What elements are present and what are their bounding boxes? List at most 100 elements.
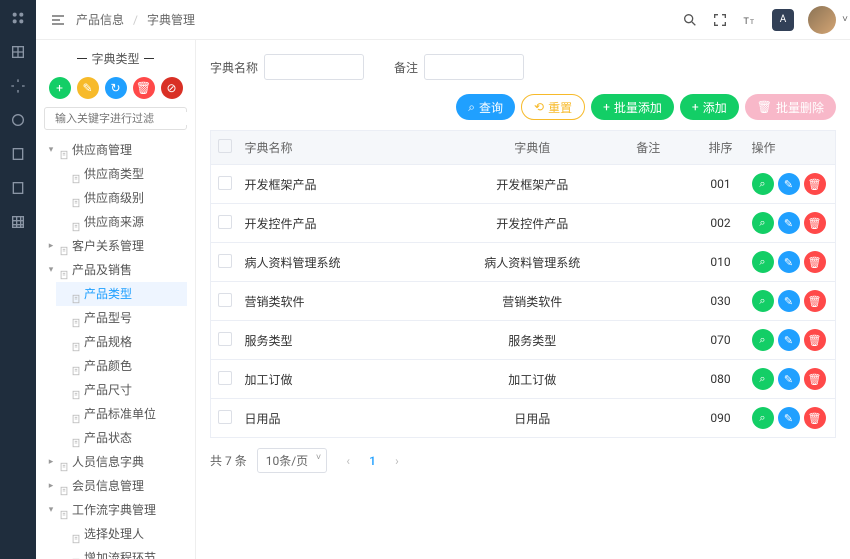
tree-node[interactable]: 选择处理人 bbox=[56, 522, 187, 546]
nav-doc-icon[interactable] bbox=[10, 146, 26, 162]
row-view-button[interactable]: ⌕ bbox=[752, 368, 774, 390]
tree-node[interactable]: 产品规格 bbox=[56, 330, 187, 354]
row-edit-button[interactable]: ✎ bbox=[778, 329, 800, 351]
tree-node[interactable]: 产品状态 bbox=[56, 426, 187, 450]
add-button[interactable]: +添加 bbox=[680, 94, 739, 120]
row-edit-button[interactable]: ✎ bbox=[778, 368, 800, 390]
tree-node[interactable]: ▸ 会员信息管理 bbox=[44, 474, 187, 498]
tree-node[interactable]: ▾供应商管理 bbox=[44, 138, 187, 162]
row-delete-button[interactable]: 🗑 bbox=[804, 290, 826, 312]
row-checkbox[interactable] bbox=[218, 332, 232, 346]
row-edit-button[interactable]: ✎ bbox=[778, 251, 800, 273]
tree-node[interactable]: ▸人员信息字典 bbox=[44, 450, 187, 474]
row-checkbox[interactable] bbox=[218, 176, 232, 190]
page-prev-button[interactable]: ‹ bbox=[337, 450, 359, 472]
row-view-button[interactable]: ⌕ bbox=[752, 329, 774, 351]
search-icon[interactable] bbox=[682, 12, 698, 28]
expand-icon[interactable]: ▸ bbox=[46, 241, 56, 251]
batch-add-button[interactable]: +批量添加 bbox=[591, 94, 674, 120]
expand-icon[interactable] bbox=[58, 553, 68, 559]
row-delete-button[interactable]: 🗑 bbox=[804, 407, 826, 429]
expand-icon[interactable] bbox=[58, 409, 68, 419]
tree-delete-button[interactable]: 🗑 bbox=[133, 77, 155, 99]
tree-node[interactable]: 产品类型 bbox=[56, 282, 187, 306]
tree-node[interactable]: ▸客户关系管理 bbox=[44, 234, 187, 258]
page-number[interactable]: 1 bbox=[369, 454, 376, 468]
nav-file-icon[interactable] bbox=[10, 180, 26, 196]
tree-node[interactable]: 产品颜色 bbox=[56, 354, 187, 378]
row-edit-button[interactable]: ✎ bbox=[778, 290, 800, 312]
col-ops: 操作 bbox=[746, 131, 836, 165]
page-size-select[interactable]: 10条/页 bbox=[257, 448, 327, 473]
expand-icon[interactable] bbox=[58, 361, 68, 371]
toggle-sidebar-icon[interactable] bbox=[50, 12, 66, 28]
filter-name-input[interactable] bbox=[264, 54, 364, 80]
tree-node[interactable]: ▾产品及销售 bbox=[44, 258, 187, 282]
row-view-button[interactable]: ⌕ bbox=[752, 212, 774, 234]
row-view-button[interactable]: ⌕ bbox=[752, 290, 774, 312]
expand-icon[interactable]: ▾ bbox=[46, 505, 56, 515]
row-checkbox[interactable] bbox=[218, 410, 232, 424]
expand-icon[interactable]: ▸ bbox=[46, 457, 56, 467]
fontsize-icon[interactable]: TT bbox=[742, 12, 758, 28]
row-checkbox[interactable] bbox=[218, 371, 232, 385]
expand-icon[interactable] bbox=[58, 169, 68, 179]
fullscreen-icon[interactable] bbox=[712, 12, 728, 28]
filter-remark-input[interactable] bbox=[424, 54, 524, 80]
row-checkbox[interactable] bbox=[218, 254, 232, 268]
row-edit-button[interactable]: ✎ bbox=[778, 173, 800, 195]
expand-icon[interactable]: ▾ bbox=[46, 145, 56, 155]
row-checkbox[interactable] bbox=[218, 293, 232, 307]
tree-node[interactable]: 供应商类型 bbox=[56, 162, 187, 186]
tree-node[interactable]: 产品标准单位 bbox=[56, 402, 187, 426]
tree-node[interactable]: 产品型号 bbox=[56, 306, 187, 330]
avatar[interactable] bbox=[808, 6, 836, 34]
tree-node[interactable]: ▾工作流字典管理 bbox=[44, 498, 187, 522]
expand-icon[interactable]: ▸ bbox=[46, 481, 56, 491]
checkbox-all[interactable] bbox=[218, 139, 232, 153]
tree-node[interactable]: 供应商来源 bbox=[56, 210, 187, 234]
row-checkbox[interactable] bbox=[218, 215, 232, 229]
row-view-button[interactable]: ⌕ bbox=[752, 251, 774, 273]
row-edit-button[interactable]: ✎ bbox=[778, 407, 800, 429]
row-edit-button[interactable]: ✎ bbox=[778, 212, 800, 234]
expand-icon[interactable] bbox=[58, 433, 68, 443]
expand-icon[interactable] bbox=[58, 289, 68, 299]
lang-badge[interactable]: A bbox=[772, 9, 794, 31]
row-delete-button[interactable]: 🗑 bbox=[804, 212, 826, 234]
tree-more-button[interactable]: ⊘ bbox=[161, 77, 183, 99]
expand-icon[interactable] bbox=[58, 385, 68, 395]
tree-edit-button[interactable]: ✎ bbox=[77, 77, 99, 99]
page-next-button[interactable]: › bbox=[386, 450, 408, 472]
expand-icon[interactable] bbox=[58, 193, 68, 203]
row-delete-button[interactable]: 🗑 bbox=[804, 173, 826, 195]
tree-node[interactable]: 供应商级别 bbox=[56, 186, 187, 210]
nav-grid-icon[interactable] bbox=[10, 44, 26, 60]
nav-target-icon[interactable] bbox=[10, 78, 26, 94]
tree-node-label: 会员信息管理 bbox=[72, 475, 144, 497]
nav-circle-icon[interactable] bbox=[10, 112, 26, 128]
breadcrumb-item[interactable]: 产品信息 bbox=[76, 13, 124, 27]
nav-table-icon[interactable] bbox=[10, 214, 26, 230]
nav-dashboard-icon[interactable] bbox=[10, 10, 26, 26]
tree-filter-input[interactable] bbox=[55, 112, 195, 125]
tree-node[interactable]: 增加流程环节 bbox=[56, 546, 187, 559]
tree-refresh-button[interactable]: ↻ bbox=[105, 77, 127, 99]
row-view-button[interactable]: ⌕ bbox=[752, 407, 774, 429]
expand-icon[interactable] bbox=[58, 313, 68, 323]
doc-icon bbox=[71, 529, 81, 539]
row-delete-button[interactable]: 🗑 bbox=[804, 368, 826, 390]
row-delete-button[interactable]: 🗑 bbox=[804, 251, 826, 273]
row-view-button[interactable]: ⌕ bbox=[752, 173, 774, 195]
query-button[interactable]: ⌕查询 bbox=[456, 94, 515, 120]
row-delete-button[interactable]: 🗑 bbox=[804, 329, 826, 351]
expand-icon[interactable] bbox=[58, 217, 68, 227]
expand-icon[interactable]: ▾ bbox=[46, 265, 56, 275]
cell-remark bbox=[630, 399, 695, 438]
expand-icon[interactable] bbox=[58, 529, 68, 539]
expand-icon[interactable] bbox=[58, 337, 68, 347]
tree-add-button[interactable]: + bbox=[49, 77, 71, 99]
tree-node[interactable]: 产品尺寸 bbox=[56, 378, 187, 402]
batch-delete-button[interactable]: 🗑批量删除 bbox=[745, 94, 836, 120]
reset-button[interactable]: ⟲重置 bbox=[521, 94, 585, 120]
